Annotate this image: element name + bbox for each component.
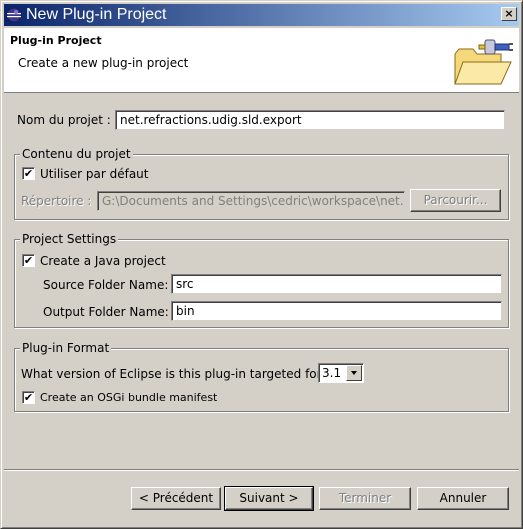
dropdown-arrow-icon[interactable] bbox=[346, 365, 362, 381]
eclipse-version-label: What version of Eclipse is this plug-in … bbox=[21, 367, 328, 381]
output-folder-input[interactable]: bin bbox=[171, 301, 502, 321]
plugin-folder-icon bbox=[454, 39, 513, 85]
osgi-manifest-checkbox[interactable]: ✔ bbox=[22, 391, 35, 404]
browse-button[interactable]: Parcourir... bbox=[410, 189, 501, 212]
source-folder-input[interactable]: src bbox=[171, 274, 502, 294]
project-settings-legend: Project Settings bbox=[20, 232, 119, 246]
window-title: New Plug-in Project bbox=[26, 6, 167, 23]
eclipse-icon bbox=[6, 7, 22, 23]
eclipse-version-value: 3.1 bbox=[322, 366, 342, 380]
back-button[interactable]: < Précédent bbox=[131, 487, 221, 510]
directory-label: Répertoire : bbox=[21, 194, 92, 208]
source-folder-label: Source Folder Name: bbox=[43, 278, 169, 292]
dialog-window: New Plug-in Project × Plug-in Project Cr… bbox=[0, 0, 523, 529]
plugin-format-legend: Plug-in Format bbox=[20, 341, 112, 355]
wizard-banner: Plug-in Project Create a new plug-in pro… bbox=[4, 28, 519, 93]
button-bar-separator bbox=[4, 469, 519, 471]
title-bar[interactable]: New Plug-in Project × bbox=[4, 4, 519, 26]
osgi-manifest-label: Create an OSGi bundle manifest bbox=[40, 391, 218, 404]
cancel-button[interactable]: Annuler bbox=[417, 487, 509, 510]
java-project-checkbox[interactable]: ✔ bbox=[22, 254, 35, 267]
project-name-input[interactable]: net.refractions.udig.sld.export bbox=[115, 110, 505, 130]
close-button[interactable]: × bbox=[501, 7, 517, 21]
contents-group-legend: Contenu du projet bbox=[20, 147, 133, 161]
project-name-label: Nom du projet : bbox=[17, 113, 111, 127]
next-button[interactable]: Suivant > bbox=[224, 486, 314, 511]
output-folder-label: Output Folder Name: bbox=[43, 305, 169, 319]
use-default-checkbox[interactable]: ✔ bbox=[22, 167, 35, 180]
java-project-label: Create a Java project bbox=[40, 254, 166, 268]
directory-input[interactable]: G:\Documents and Settings\cedric\workspa… bbox=[97, 191, 405, 211]
eclipse-version-select[interactable]: 3.1 bbox=[318, 363, 364, 383]
banner-title: Plug-in Project bbox=[10, 34, 102, 47]
use-default-label: Utiliser par défaut bbox=[40, 167, 149, 181]
banner-description: Create a new plug-in project bbox=[18, 56, 189, 70]
finish-button[interactable]: Terminer bbox=[319, 487, 411, 510]
